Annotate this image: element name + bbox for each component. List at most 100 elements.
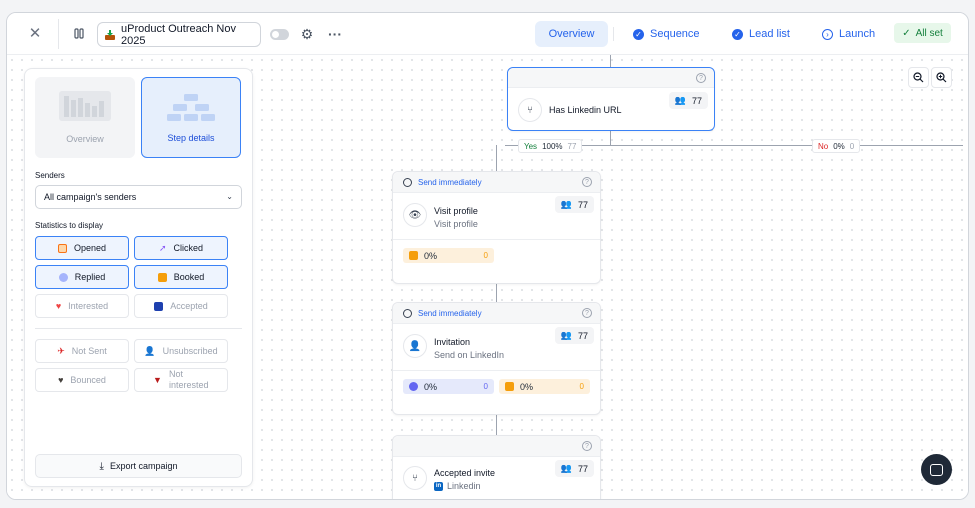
- stat-toggle-replied[interactable]: Replied: [35, 265, 129, 289]
- top-toolbar: ✕ uProduct Outreach Nov 2025 ⚙ ··· Overv…: [7, 13, 968, 55]
- people-icon: 👥: [674, 95, 686, 105]
- connector-line: [496, 145, 497, 171]
- stat-toggle-unsubscribed[interactable]: 👤 Unsubscribed: [134, 339, 228, 363]
- pause-icon[interactable]: [72, 26, 86, 40]
- stat-label: Unsubscribed: [162, 346, 218, 356]
- stat-percent: 0%: [520, 381, 534, 392]
- condition-title: Has Linkedin URL: [549, 105, 622, 115]
- tab-overview[interactable]: Overview: [535, 21, 608, 47]
- stat-percent: 0%: [424, 250, 438, 261]
- help-icon[interactable]: ?: [582, 441, 592, 451]
- calendar-icon: [505, 382, 514, 391]
- heart-icon: ♥: [55, 301, 62, 311]
- senders-select[interactable]: All campaign's senders ⌄: [35, 185, 242, 209]
- stat-toggle-opened[interactable]: Opened: [35, 236, 129, 260]
- stat-toggle-not-interested[interactable]: ▼ Not interested: [134, 368, 228, 392]
- chevron-down-icon: ⌄: [226, 192, 233, 201]
- thumbs-down-icon: ▼: [153, 375, 162, 385]
- download-box-icon: [104, 29, 116, 41]
- connector-line: [496, 284, 497, 302]
- people-icon: 👥: [560, 463, 572, 473]
- linkedin-icon: in: [434, 481, 443, 491]
- download-icon: ⤓: [99, 460, 104, 472]
- stat-booked-pill: 0% 0: [403, 248, 494, 263]
- branch-icon: ⑂: [518, 98, 542, 122]
- help-icon[interactable]: ?: [696, 73, 706, 83]
- no-label: No: [818, 141, 829, 151]
- stats-panel: Overview Step details Senders All campai…: [24, 68, 253, 487]
- zoom-out-button[interactable]: [908, 67, 929, 88]
- stat-toggle-booked[interactable]: Booked: [134, 265, 228, 289]
- node-divider: [393, 370, 600, 371]
- stat-toggle-accepted[interactable]: Accepted: [134, 294, 228, 318]
- senders-label: Senders: [35, 171, 65, 180]
- more-options-icon[interactable]: ···: [327, 26, 343, 42]
- node-header: [393, 436, 600, 457]
- step-node-visit-profile[interactable]: Send immediately ? 👁 Visit profile Visit…: [392, 171, 601, 284]
- gear-icon[interactable]: ⚙: [299, 26, 315, 42]
- step-details-mode-card[interactable]: Step details: [141, 77, 241, 158]
- calendar-icon: [157, 272, 167, 282]
- stat-label: Accepted: [170, 301, 208, 311]
- chat-launcher-button[interactable]: [921, 454, 952, 485]
- overview-mode-label: Overview: [66, 134, 104, 144]
- stat-label: Interested: [68, 301, 109, 311]
- step-circle-icon: ›: [822, 28, 833, 40]
- export-campaign-button[interactable]: ⤓ Export campaign: [35, 454, 242, 478]
- send-off-icon: ✈: [57, 345, 65, 356]
- node-header: [508, 68, 714, 88]
- lead-count: 👥 77: [554, 460, 594, 477]
- step-title: Accepted invite: [434, 468, 496, 478]
- stat-booked-pill: 0% 0: [499, 379, 590, 394]
- tab-divider: [613, 27, 614, 41]
- zoom-in-icon: [936, 72, 947, 83]
- yes-branch-label: Yes 100% 77: [518, 139, 583, 153]
- senders-value: All campaign's senders: [44, 192, 137, 202]
- no-percent: 0%: [833, 141, 845, 151]
- stat-label: Opened: [73, 243, 107, 253]
- stat-percent: 0%: [424, 381, 438, 392]
- condition-node[interactable]: ? ⑂ Has Linkedin URL 👥 77: [507, 67, 715, 131]
- stat-label: Booked: [173, 272, 205, 282]
- step-details-mode-label: Step details: [167, 133, 215, 143]
- stat-toggle-interested[interactable]: ♥ Interested: [35, 294, 129, 318]
- lead-count-value: 77: [577, 463, 588, 474]
- flowchart-icon: [167, 94, 215, 121]
- campaign-name-field[interactable]: uProduct Outreach Nov 2025: [97, 22, 261, 47]
- step-subtitle: Send on LinkedIn: [434, 350, 504, 360]
- tab-sequence[interactable]: ✓ Sequence: [633, 21, 700, 47]
- export-label: Export campaign: [109, 461, 178, 471]
- node-header: Send immediately: [393, 303, 600, 324]
- status-badge: ✓ All set: [894, 23, 951, 43]
- stat-toggle-not-sent[interactable]: ✈ Not Sent: [35, 339, 129, 363]
- calendar-icon: [409, 251, 418, 260]
- close-icon[interactable]: ✕: [27, 25, 43, 42]
- check-circle-icon: ✓: [633, 28, 644, 40]
- step-timing: Send immediately: [418, 308, 482, 318]
- clock-icon: [403, 177, 412, 187]
- lead-count-value: 77: [691, 95, 702, 106]
- envelope-open-icon: [57, 243, 67, 253]
- lead-count-value: 77: [577, 330, 588, 341]
- add-user-icon: 👤: [403, 334, 427, 358]
- tab-launch[interactable]: › Launch: [822, 21, 875, 47]
- zoom-in-button[interactable]: [931, 67, 952, 88]
- step-node-invitation[interactable]: Send immediately ? 👤 Invitation Send on …: [392, 302, 601, 415]
- step-subtitle: Visit profile: [434, 219, 478, 229]
- step-node-accepted-invite[interactable]: ? ⑂ Accepted invite in Linkedin 👥 77: [392, 435, 601, 499]
- tab-lead-list[interactable]: ✓ Lead list: [732, 21, 790, 47]
- overview-mode-card[interactable]: Overview: [35, 77, 135, 158]
- step-timing: Send immediately: [418, 177, 482, 187]
- stat-label: Replied: [74, 272, 106, 282]
- no-branch-label: No 0% 0: [812, 139, 861, 153]
- help-icon[interactable]: ?: [582, 177, 592, 187]
- tab-launch-label: Launch: [839, 28, 876, 40]
- lead-count: 👥 77: [668, 92, 708, 109]
- stat-toggle-clicked[interactable]: ➚ Clicked: [134, 236, 228, 260]
- status-badge-label: All set: [915, 27, 943, 39]
- stat-toggle-bounced[interactable]: ♥ Bounced: [35, 368, 129, 392]
- stats-label: Statistics to display: [35, 221, 104, 230]
- campaign-toggle[interactable]: [270, 29, 289, 40]
- help-icon[interactable]: ?: [582, 308, 592, 318]
- cursor-icon: ➚: [158, 242, 167, 253]
